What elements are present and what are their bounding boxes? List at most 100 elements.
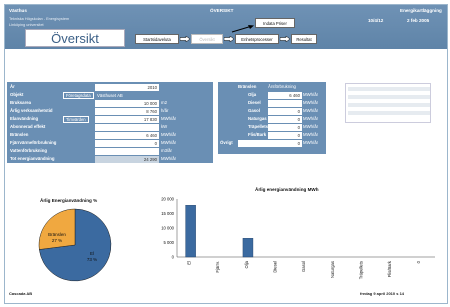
fuel-field[interactable]: 0 bbox=[268, 131, 302, 139]
power-field[interactable] bbox=[95, 123, 159, 131]
footer-date: fredag 9 april 2010 s 14 bbox=[360, 291, 405, 296]
unit-label: MWh/år bbox=[303, 92, 319, 97]
fuel-row: Gasol 0 MWh/år bbox=[218, 107, 326, 115]
bar-chart: 0 5 000 10 000 15 000 20 000 El Fjärrv. Olja Die… bbox=[161, 197, 435, 279]
y-tick-label: 15 000 bbox=[161, 211, 174, 216]
fuel-row: Olja 6 460 MWh/år bbox=[218, 91, 326, 99]
unit-label: h/år bbox=[161, 108, 169, 113]
arrow-icon bbox=[180, 36, 190, 42]
unit-label: MWh/år bbox=[303, 100, 319, 105]
grid-row bbox=[348, 87, 430, 91]
bar bbox=[242, 238, 254, 258]
page-title-box: Översikt bbox=[25, 29, 125, 47]
unit-label: m2 bbox=[161, 100, 167, 105]
year-field[interactable]: 2010 bbox=[95, 83, 159, 91]
fuel-field[interactable]: 6 460 bbox=[268, 91, 302, 99]
fuel-row: Flis/Bark 0 MWh/år bbox=[218, 131, 326, 139]
fuels-header-label: Bränslen bbox=[238, 84, 257, 89]
unit-label: MWh/år bbox=[303, 116, 319, 121]
fuel-label: Övrigt bbox=[220, 140, 233, 145]
row-fuels: Bränslen 6 460 MWh/år bbox=[7, 131, 213, 139]
company-data-button[interactable]: Företagsdata bbox=[63, 91, 94, 99]
fuel-field[interactable]: 0 bbox=[268, 107, 302, 115]
bar bbox=[185, 205, 196, 258]
unit-label: MWh/år bbox=[161, 156, 177, 161]
x-tick-label: Olja bbox=[244, 260, 249, 268]
fuel-row: Naturgas 0 MWh/år bbox=[218, 115, 326, 123]
row-year: År 2010 bbox=[7, 83, 213, 91]
pie-value-fuels: 27 % bbox=[52, 238, 62, 243]
pie-slice-fuels bbox=[38, 208, 76, 250]
object-field: Västhuset AB bbox=[97, 92, 123, 98]
row-label: Vattenförbrukning bbox=[10, 148, 48, 153]
center-title: ÖVERSIKT bbox=[210, 8, 234, 13]
hours-field[interactable]: 8 760 bbox=[95, 107, 159, 115]
electricity-field[interactable]: 17 830 bbox=[95, 115, 159, 123]
fuel-row: Diesel MWh/år bbox=[218, 99, 326, 107]
fuel-field[interactable]: 0 bbox=[268, 115, 302, 123]
version-label: 10/4/12 bbox=[368, 18, 384, 23]
bar-chart-title: Årlig energianvändning MWh bbox=[255, 187, 319, 192]
start-button[interactable]: Startsidaveluta bbox=[135, 34, 179, 44]
fuel-field[interactable]: 0 bbox=[268, 123, 302, 131]
indata-priser-button[interactable]: Indata Priser bbox=[255, 18, 295, 28]
row-electricity: Elanvändning Timvärden 17 830 MWh/år bbox=[7, 115, 213, 123]
page-title: Översikt bbox=[51, 31, 99, 46]
pie-title: Årlig Energianvändning % bbox=[40, 198, 98, 203]
unit-label: MWh/år bbox=[161, 140, 177, 145]
arrow-icon bbox=[224, 36, 234, 42]
y-tick-label: 20 000 bbox=[161, 197, 174, 202]
row-water: Vattenförbrukning m3/år bbox=[7, 147, 213, 155]
x-tick-label: Flis/Bark bbox=[387, 260, 392, 277]
row-total: Tot energianvändning 24 290 MWh/år bbox=[7, 155, 213, 163]
unit-label: MWh/år bbox=[303, 140, 319, 145]
row-hours: Årlig verksamhetstid 8 760 h/år bbox=[7, 107, 213, 115]
fuel-field[interactable]: 0 bbox=[238, 139, 302, 147]
arrow-to-indata bbox=[230, 24, 256, 33]
app-title: Västhus bbox=[9, 8, 27, 13]
unit-label: m3/år bbox=[161, 148, 172, 153]
grid-row bbox=[348, 111, 430, 115]
org-line-2: Linköping universitet bbox=[9, 23, 44, 27]
fuel-field[interactable] bbox=[268, 99, 302, 107]
hourly-values-button[interactable]: Timvärden bbox=[63, 115, 89, 123]
unit-label: MWh/år bbox=[303, 124, 319, 129]
unit-label: kW bbox=[161, 124, 168, 129]
fuel-label: Träpellets bbox=[248, 124, 269, 129]
row-label: Fjärrvärmeförbrukning bbox=[10, 140, 57, 145]
fuel-label: Naturgas bbox=[248, 116, 267, 121]
pie-label-fuels: Bränslen bbox=[48, 232, 66, 237]
fuels-field: 6 460 bbox=[95, 131, 159, 139]
pie-label-el: El bbox=[90, 251, 94, 256]
row-label: Årlig verksamhetstid bbox=[10, 108, 53, 113]
grid-row bbox=[348, 95, 430, 99]
row-label: Bränslen bbox=[10, 132, 29, 137]
main-data-panel: År 2010 Objekt Företagsdata Västhuset AB… bbox=[7, 82, 213, 163]
row-power: Abonnerad effekt kW bbox=[7, 123, 213, 131]
arrow-icon bbox=[280, 36, 290, 42]
fuels-header-row: Bränslen Årsförbrukning bbox=[218, 83, 326, 91]
district-heating-field[interactable]: 0 bbox=[95, 139, 159, 147]
fuels-panel: Bränslen Årsförbrukning Olja 6 460 MWh/å… bbox=[218, 82, 326, 154]
header-band: Västhus ÖVERSIKT Energikartläggning Tekn… bbox=[5, 5, 447, 49]
fuel-label: Diesel bbox=[248, 100, 261, 105]
unit-label: MWh/år bbox=[161, 132, 177, 137]
resultat-button[interactable]: Resultat bbox=[291, 34, 317, 44]
total-field: 24 290 bbox=[95, 155, 159, 163]
water-field[interactable] bbox=[95, 147, 159, 155]
x-tick-label: Naturgas bbox=[330, 261, 335, 278]
footer-company: Cascada AB bbox=[9, 291, 33, 296]
row-object: Objekt Företagsdata Västhuset AB bbox=[7, 91, 213, 99]
enhetsprocesser-button[interactable]: Enhetsprocesser bbox=[235, 34, 279, 44]
x-tick-label: El bbox=[186, 261, 191, 265]
area-field[interactable]: 10 000 bbox=[95, 99, 159, 107]
x-tick-label: Fjärrv. bbox=[215, 261, 220, 273]
grid-row bbox=[348, 103, 430, 107]
row-label: Elanvändning bbox=[10, 116, 39, 121]
fuel-label: Olja bbox=[248, 92, 257, 97]
row-area: Bruksarea 10 000 m2 bbox=[7, 99, 213, 107]
x-tick-label: 0 bbox=[416, 260, 421, 263]
unit-label: MWh/år bbox=[161, 116, 177, 121]
x-tick-label: Diesel bbox=[272, 261, 277, 273]
page: Västhus ÖVERSIKT Energikartläggning Tekn… bbox=[4, 4, 448, 304]
